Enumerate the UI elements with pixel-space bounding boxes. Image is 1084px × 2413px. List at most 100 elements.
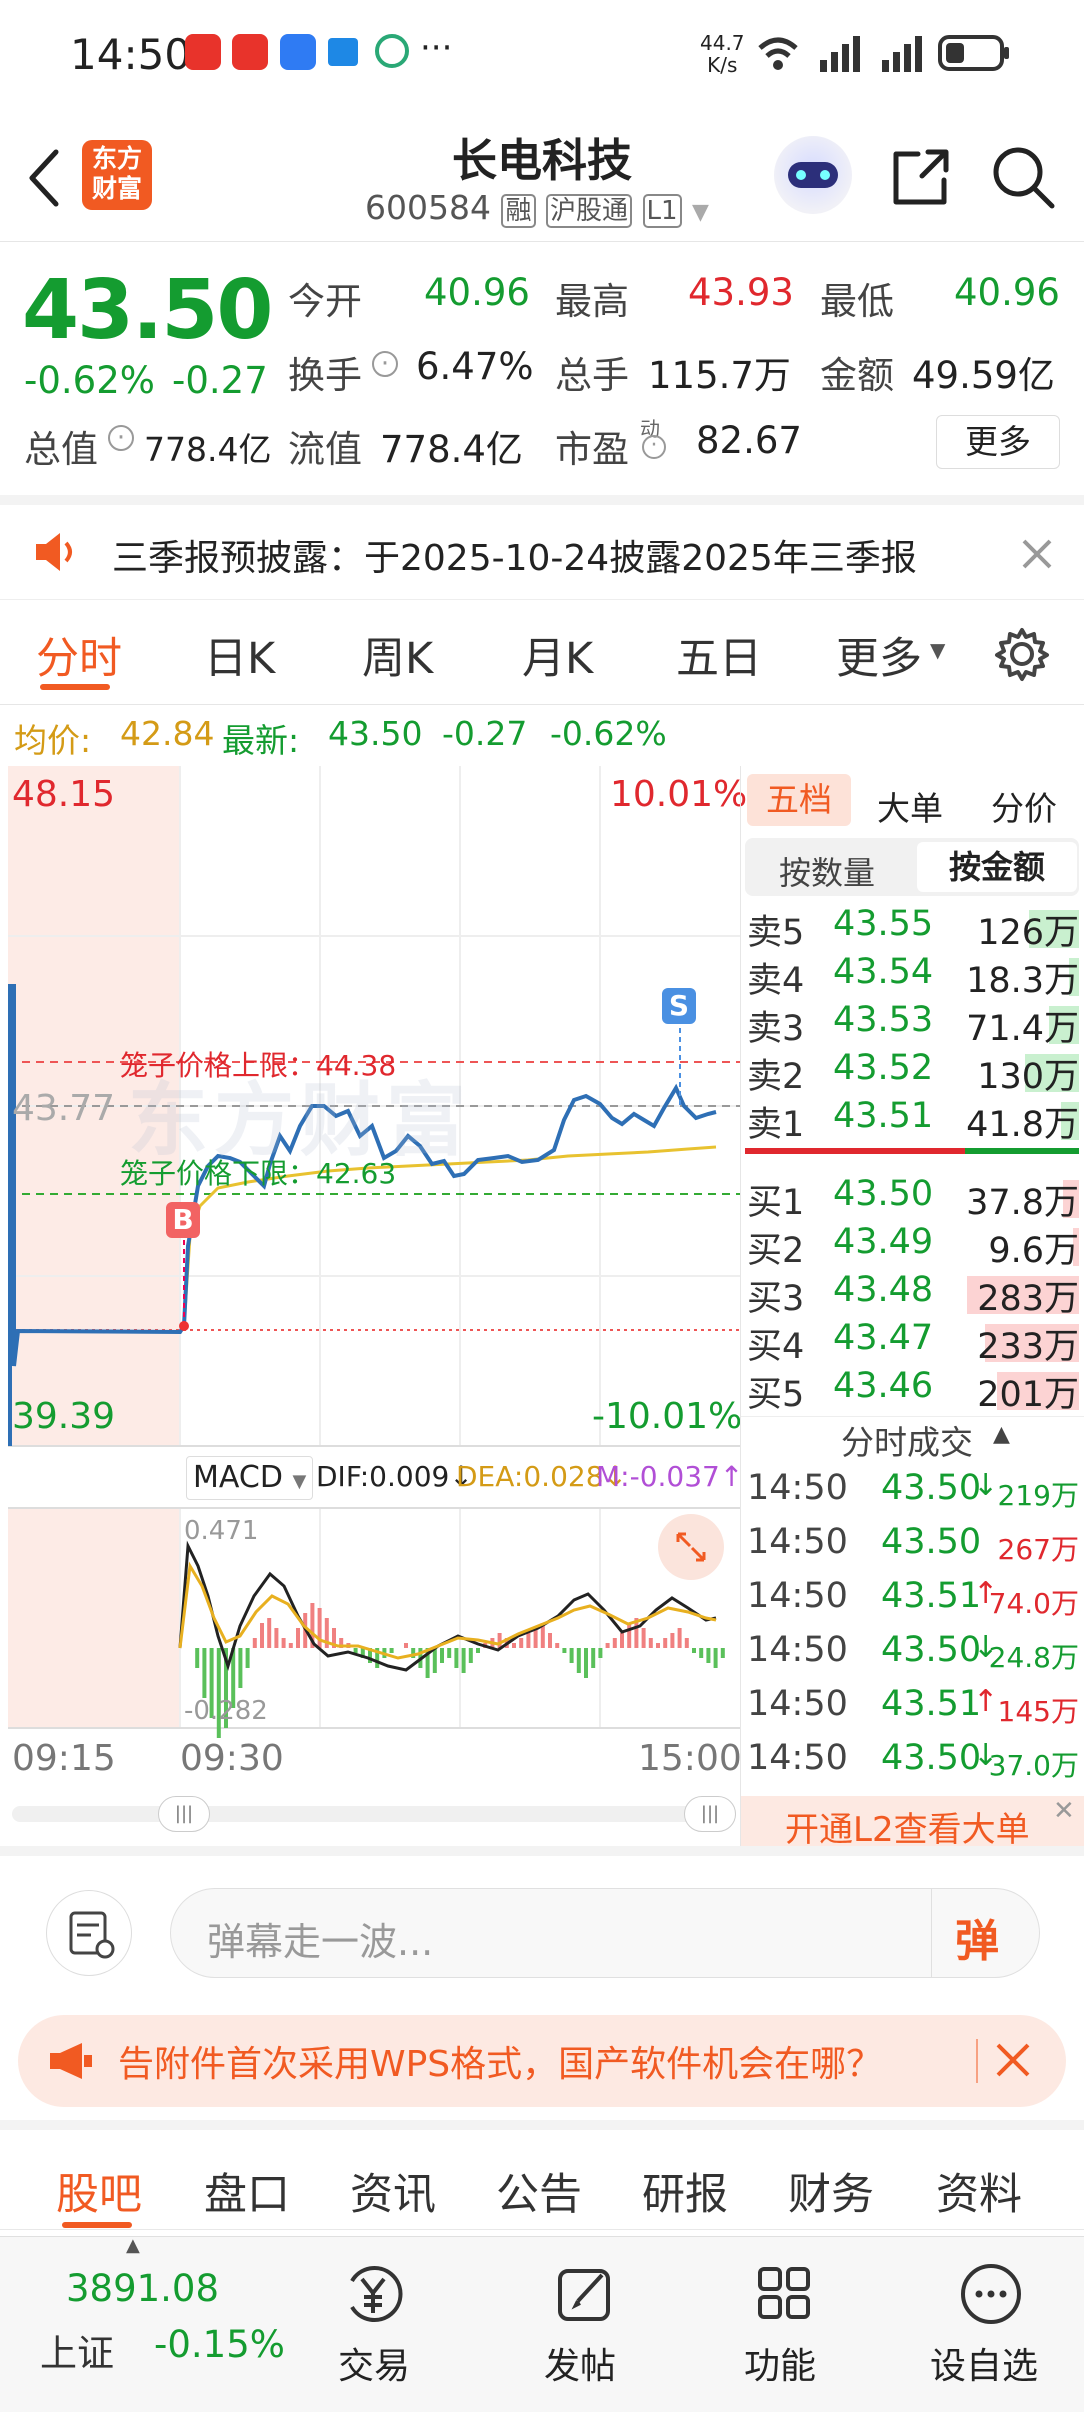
tab-forum[interactable]: 股吧 [56,2160,142,2222]
float-value: 778.4亿 [380,428,523,471]
period-tabs: 分时 日K 周K 月K 五日 更多 ▼ [0,600,1084,705]
close-icon[interactable]: ✕ [1053,1796,1075,1826]
macd-bar [656,1643,660,1648]
info-icon[interactable]: · [108,425,134,451]
bid-level-row[interactable]: 买3 43.48 283万 [741,1270,1084,1319]
more-quote-button[interactable]: 更多 [936,415,1060,469]
caret-up-icon: ▲ [126,2235,140,2256]
expand-icon[interactable] [658,1514,724,1580]
macd-bar [620,1633,624,1648]
macd-bar [389,1648,394,1653]
bid-level-row[interactable]: 买2 43.49 9.6万 [741,1222,1084,1271]
tab-profile[interactable]: 资料 [936,2160,1022,2222]
tab-five-day[interactable]: 五日 [676,624,762,686]
bid-level-row[interactable]: 买5 43.46 201万 [741,1366,1084,1415]
sub-tab-by-count[interactable]: 按数量 [779,848,875,894]
post-label: 发帖 [544,2346,617,2387]
tab-more[interactable]: 更多 [836,624,922,686]
ask-level-price: 43.54 [833,952,934,992]
trade-volume: 145万 [997,1695,1079,1728]
bid-level-row[interactable]: 买1 43.50 37.8万 [741,1174,1084,1223]
search-icon[interactable] [990,144,1056,210]
volume-value: 115.7万 [648,354,791,397]
info-icon[interactable]: · [372,351,398,377]
ask-level-label: 卖2 [747,1057,805,1097]
ask-level-row[interactable]: 卖2 43.52 130万 [741,1048,1084,1097]
price-chart-svg[interactable] [8,766,740,1846]
trade-button[interactable]: 交易 [330,2253,420,2403]
macd-bar [195,1648,200,1668]
lower-limit-label: 笼子价格下限：42.63 [120,1157,397,1190]
dropdown-icon[interactable]: ▼ [692,200,709,225]
time-label-open-auction: 09:15 [12,1738,116,1779]
macd-m-value: M:-0.037↑ [596,1460,744,1493]
add-watchlist-button[interactable]: 设自选 [928,2253,1058,2403]
caret-up-icon: ▲ [993,1422,1010,1447]
tab-handicap[interactable]: 盘口 [204,2160,290,2222]
ask-level-label: 卖3 [747,1009,805,1049]
trade-price: 43.51 [881,1684,982,1724]
indicator-select[interactable]: MACD ▼ [186,1456,314,1500]
sell-marker[interactable]: S [662,988,696,1024]
range-handle-left[interactable]: ||| [158,1796,210,1832]
tab-big-order[interactable]: 大单 [877,782,943,830]
danmu-settings-icon[interactable] [46,1890,132,1976]
macd-bar [713,1648,718,1668]
tab-weekly-k[interactable]: 周K [362,624,433,686]
gear-icon[interactable] [994,626,1050,682]
ask-levels: 卖5 43.55 126万 卖4 43.54 18.3万 卖3 43.53 71.4万 卖2 43.… [741,904,1084,1145]
notice-bar[interactable]: 三季报预披露：于2025-10-24披露2025年三季报 [0,495,1084,600]
ask-level-label: 卖5 [747,913,805,953]
promo-banner[interactable]: 告附件首次采用WPS格式，国产软件机会在哪？ [18,2015,1066,2107]
level-badge[interactable]: L1 [642,194,682,228]
volume-label: 总手 [555,354,629,397]
tab-monthly-k[interactable]: 月K [522,624,593,686]
close-icon[interactable] [994,2041,1034,2081]
trade-volume: 24.8万 [988,1641,1079,1674]
index-ticker[interactable]: ▲ 3891.08 上证 -0.15% [0,2235,285,2413]
trade-time: 14:50 [747,1684,848,1724]
macd-bar [720,1648,725,1658]
post-button[interactable]: 发帖 [540,2253,630,2403]
ask-level-row[interactable]: 卖1 43.51 41.8万 [741,1096,1084,1145]
trade-row: 14:50 43.50 ↓ 37.0万 [741,1738,1084,1786]
tab-announcement[interactable]: 公告 [496,2160,582,2222]
top-nav: 东方 财富 长电科技 600584 融 沪股通 L1 ▼ [0,110,1084,242]
ask-level-row[interactable]: 卖4 43.54 18.3万 [741,952,1084,1001]
app-notification-icon [232,34,268,70]
tab-news[interactable]: 资讯 [350,2160,436,2222]
range-handle-right[interactable]: ||| [684,1796,736,1832]
trade-time: 14:50 [747,1630,848,1670]
stock-code: 600584 [365,188,491,227]
tab-five-level[interactable]: 五档 [747,774,851,826]
range-scrollbar[interactable] [12,1806,736,1822]
bottom-price-label: 39.39 [12,1396,116,1437]
macd-bar [648,1638,653,1648]
function-button[interactable]: 功能 [740,2253,830,2403]
danmu-send-button[interactable]: 弹 [955,1905,999,1969]
sub-tab-by-amount[interactable]: 按金额 [917,842,1077,892]
trades-title[interactable]: 分时成交 [841,1416,973,1464]
tab-research[interactable]: 研报 [642,2160,728,2222]
notice-text: 三季报预披露：于2025-10-24披露2025年三季报 [112,538,917,579]
intraday-chart[interactable]: 东方财富 48.15 10.01% 43.77 39.39 -10.01% 笼子… [8,766,747,1846]
tab-price-dist[interactable]: 分价 [991,782,1057,830]
index-name: 上证 [40,2332,114,2375]
stock-code-row: 600584 融 沪股通 L1 ▼ [365,188,709,228]
ask-level-row[interactable]: 卖5 43.55 126万 [741,904,1084,953]
tab-intraday[interactable]: 分时 [36,624,122,686]
tab-finance[interactable]: 财务 [788,2160,874,2222]
l2-promo[interactable]: 开通L2查看大单 ✕ [741,1796,1084,1850]
ask-level-label: 卖1 [747,1105,805,1145]
tab-daily-k[interactable]: 日K [204,624,275,686]
close-icon[interactable] [1020,537,1054,571]
share-icon[interactable] [888,146,952,210]
ask-level-row[interactable]: 卖3 43.53 71.4万 [741,1000,1084,1049]
buy-marker[interactable]: B [166,1202,200,1238]
info-icon[interactable]: · [642,435,666,459]
macd-bar [461,1648,466,1673]
bid-level-row[interactable]: 买4 43.47 233万 [741,1318,1084,1367]
assistant-robot-icon[interactable] [774,136,852,214]
dif-value: DIF:0.009↓ [316,1460,473,1493]
danmu-input[interactable]: 弹幕走一波... 弹 [170,1888,1040,1978]
